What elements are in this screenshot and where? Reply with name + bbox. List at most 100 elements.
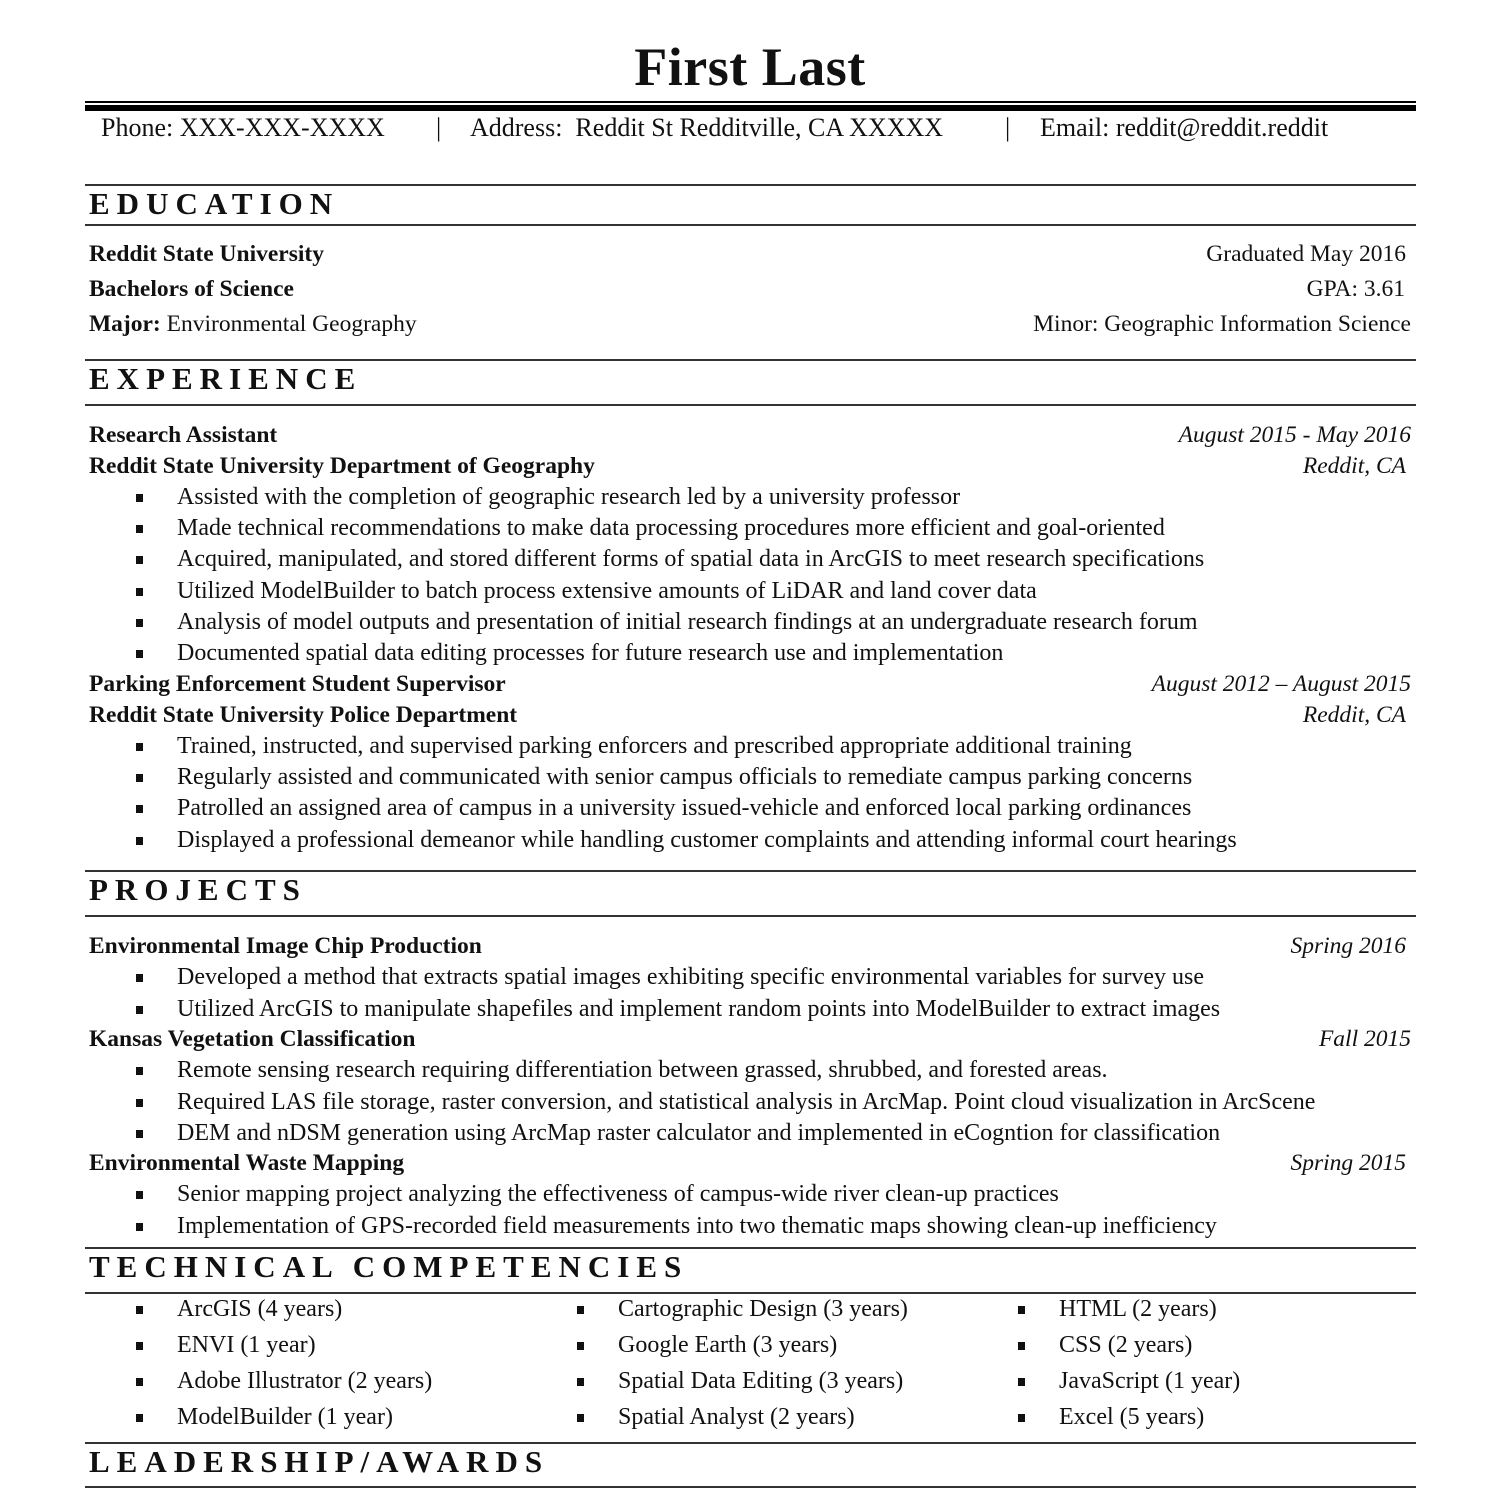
bullet-square-icon [577,1342,584,1350]
list-item: Displayed a professional demeanor while … [136,827,1416,857]
list-item: DEM and nDSM generation using ArcMap ras… [136,1120,1416,1150]
project-title-row: Environmental Image Chip Production Spri… [89,933,1411,963]
bullet-square-icon [136,588,143,596]
section-rule-bottom [85,915,1416,917]
list-item: Implementation of GPS-recorded field mea… [136,1213,1416,1243]
list-item: Made technical recommendations to make d… [136,515,1416,545]
section-heading-projects: PROJECTS [89,872,307,907]
section-heading-education: EDUCATION [89,186,340,221]
header-rule-thin [85,101,1416,103]
skill-item: ModelBuilder (1 year) [136,1404,566,1434]
bullet-square-icon [136,1130,143,1138]
job-org-row: Reddit State University Department of Ge… [89,453,1411,483]
project-title: Environmental Waste Mapping [89,1150,405,1176]
major-value: Environmental Geography [160,311,417,337]
bullet-square-icon [136,1306,143,1314]
contact-address: Address: Reddit St Redditville, CA XXXXX [470,113,944,142]
bullet-square-icon [136,1099,143,1107]
skill-item: ENVI (1 year) [136,1332,566,1362]
skill-item: Adobe Illustrator (2 years) [136,1368,566,1398]
list-item: Assisted with the completion of geograph… [136,484,1416,514]
section-heading-experience: EXPERIENCE [89,361,363,396]
graduation-date: Graduated May 2016 [1206,241,1406,267]
bullet-square-icon [577,1414,584,1422]
project-title: Environmental Image Chip Production [89,933,482,959]
bullet-square-icon [136,1342,143,1350]
bullet-square-icon [1018,1342,1025,1350]
list-item: Developed a method that extracts spatial… [136,964,1416,994]
list-item: Utilized ModelBuilder to batch process e… [136,578,1416,608]
bullet-square-icon [136,1006,143,1014]
skill-item: Spatial Data Editing (3 years) [577,1368,1007,1398]
project-title-row: Environmental Waste Mapping Spring 2015 [89,1150,1411,1180]
list-item: Utilized ArcGIS to manipulate shapefiles… [136,996,1416,1026]
skill-item: JavaScript (1 year) [1018,1368,1448,1398]
list-item: Documented spatial data editing processe… [136,640,1416,670]
bullet-square-icon [136,805,143,813]
job-title-row: Parking Enforcement Student Supervisor A… [89,671,1411,701]
gpa: GPA: 3.61 [1306,276,1405,302]
bullet-square-icon [136,1191,143,1199]
list-item: Regularly assisted and communicated with… [136,764,1416,794]
skill-item: HTML (2 years) [1018,1296,1448,1326]
project-title-row: Kansas Vegetation Classification Fall 20… [89,1026,1411,1056]
contact-phone: Phone: XXX-XXX-XXXX [101,113,385,142]
skill-item: Excel (5 years) [1018,1404,1448,1434]
job-dates: August 2012 – August 2015 [1151,671,1411,697]
list-item: Required LAS file storage, raster conver… [136,1089,1416,1119]
minor: Minor: Geographic Information Science [1033,311,1411,337]
contact-separator: | [436,113,442,142]
section-rule-bottom [85,1292,1416,1294]
job-location: Reddit, CA [1302,702,1406,728]
bullet-square-icon [136,1067,143,1075]
list-item: Trained, instructed, and supervised park… [136,733,1416,763]
degree: Bachelors of Science [89,276,294,302]
skill-item: Spatial Analyst (2 years) [577,1404,1007,1434]
bullet-square-icon [136,556,143,564]
section-rule-bottom [85,1486,1416,1488]
header-rule-thick [85,105,1416,111]
bullet-square-icon [577,1378,584,1386]
school-name: Reddit State University [89,241,324,267]
bullet-square-icon [136,743,143,751]
bullet-square-icon [136,1223,143,1231]
education-row: Bachelors of Science GPA: 3.61 [89,276,1411,306]
job-title: Research Assistant [89,422,278,448]
section-heading-technical-competencies: TECHNICAL COMPETENCIES [89,1249,689,1284]
list-item: Remote sensing research requiring differ… [136,1057,1416,1087]
contact-separator: | [1005,113,1011,142]
job-title-row: Research Assistant August 2015 - May 201… [89,422,1411,452]
section-rule-bottom [85,404,1416,406]
bullet-square-icon [1018,1306,1025,1314]
bullet-square-icon [136,1414,143,1422]
project-date: Fall 2015 [1318,1026,1411,1052]
bullet-square-icon [136,837,143,845]
resume-name: First Last [634,37,866,97]
bullet-square-icon [136,650,143,658]
bullet-square-icon [1018,1378,1025,1386]
job-org: Reddit State University Department of Ge… [89,453,595,479]
education-row: Reddit State University Graduated May 20… [89,241,1411,271]
list-item: Senior mapping project analyzing the eff… [136,1181,1416,1211]
major: Major: Environmental Geography [89,311,417,338]
section-heading-leadership-awards: LEADERSHIP/AWARDS [89,1444,550,1479]
project-date: Spring 2016 [1290,933,1406,959]
project-title: Kansas Vegetation Classification [89,1026,416,1052]
skill-item: CSS (2 years) [1018,1332,1448,1362]
education-row: Major: Environmental Geography Minor: Ge… [89,311,1411,341]
list-item: Analysis of model outputs and presentati… [136,609,1416,639]
job-org-row: Reddit State University Police Departmen… [89,702,1411,732]
bullet-square-icon [136,494,143,502]
contact-email[interactable]: Email: reddit@reddit.reddit [1040,113,1328,143]
project-date: Spring 2015 [1290,1150,1406,1176]
bullet-square-icon [136,525,143,533]
job-location: Reddit, CA [1302,453,1406,479]
bullet-square-icon [136,974,143,982]
job-org: Reddit State University Police Departmen… [89,702,518,728]
job-dates: August 2015 - May 2016 [1178,422,1411,448]
section-rule-bottom [85,224,1416,226]
bullet-square-icon [136,619,143,627]
bullet-square-icon [1018,1414,1025,1422]
major-label: Major: [89,311,161,337]
list-item: Patrolled an assigned area of campus in … [136,795,1416,825]
